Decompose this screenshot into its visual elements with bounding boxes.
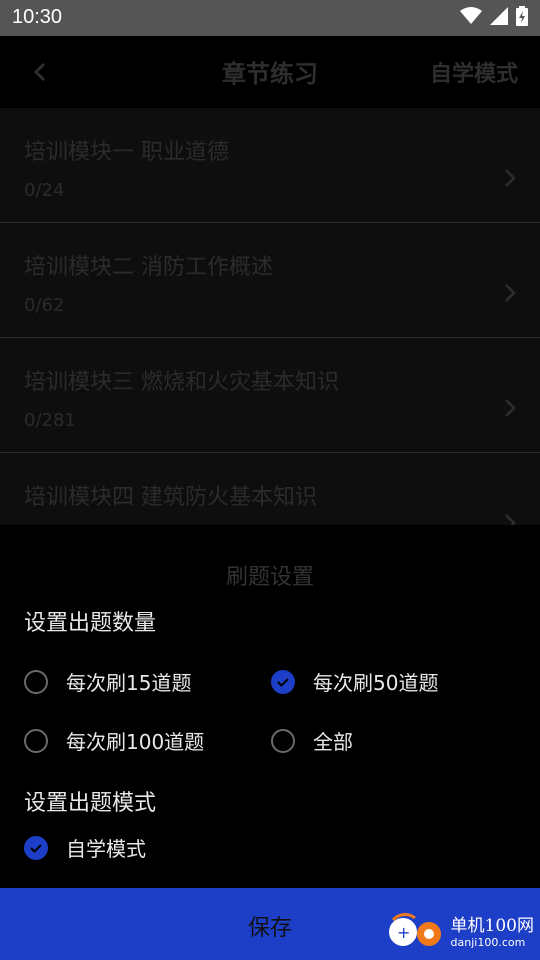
save-button[interactable]: 保存 + 单机100网 danji100.com	[0, 888, 540, 960]
signal-icon	[490, 7, 508, 25]
question-count-label: 设置出题数量	[24, 611, 157, 636]
watermark-name: 单机100网	[450, 915, 534, 936]
chapter-progress: 0/281	[24, 410, 76, 431]
chevron-right-icon	[502, 511, 518, 525]
svg-text:+: +	[397, 923, 410, 942]
wifi-icon	[460, 7, 482, 25]
list-item[interactable]: 培训模块一 职业道德 0/24	[0, 108, 540, 223]
watermark-logo-icon: +	[385, 908, 445, 956]
watermark-domain: danji100.com	[450, 935, 526, 949]
option-all-questions[interactable]: 全部	[271, 726, 353, 755]
chevron-right-icon	[502, 281, 518, 309]
chapter-progress: 0/62	[24, 295, 65, 316]
option-100-questions[interactable]: 每次刷100道题	[24, 726, 204, 755]
radio-unchecked-icon	[24, 728, 48, 753]
status-icons	[460, 6, 528, 26]
option-self-study-mode[interactable]: 自学模式	[24, 833, 146, 862]
question-mode-label: 设置出题模式	[24, 791, 157, 816]
practice-settings-sheet: 刷题设置 设置出题数量 每次刷15道题 每次刷50道题 每次刷100道题 全部 …	[0, 525, 540, 888]
chapter-title: 培训模块一 职业道德	[24, 140, 229, 165]
chapter-progress: 0/24	[24, 180, 65, 201]
status-time: 10:30	[12, 6, 63, 28]
battery-icon	[516, 6, 528, 26]
status-bar: 10:30	[0, 0, 540, 36]
sheet-title: 刷题设置	[225, 565, 314, 590]
chapter-list: 培训模块一 职业道德 0/24 培训模块二 消防工作概述 0/62 培训模块三 …	[0, 108, 540, 525]
watermark: + 单机100网 danji100.com	[385, 908, 534, 956]
option-50-questions[interactable]: 每次刷50道题	[271, 667, 438, 696]
list-item[interactable]: 培训模块二 消防工作概述 0/62	[0, 223, 540, 338]
chevron-right-icon	[502, 166, 518, 194]
radio-unchecked-icon	[271, 728, 295, 753]
chapter-title: 培训模块三 燃烧和火灾基本知识	[24, 370, 339, 395]
self-study-mode-button[interactable]: 自学模式	[430, 56, 518, 88]
check-circle-icon	[24, 835, 48, 860]
option-label: 全部	[313, 730, 353, 754]
check-circle-icon	[271, 669, 295, 694]
option-15-questions[interactable]: 每次刷15道题	[24, 667, 191, 696]
list-item[interactable]: 培训模块四 建筑防火基本知识	[0, 453, 540, 525]
app-bar: 章节练习 自学模式	[0, 36, 540, 109]
list-item[interactable]: 培训模块三 燃烧和火灾基本知识 0/281	[0, 338, 540, 453]
option-label: 每次刷100道题	[66, 730, 205, 754]
option-label: 自学模式	[66, 837, 146, 861]
radio-unchecked-icon	[24, 669, 48, 694]
option-label: 每次刷50道题	[313, 671, 439, 695]
option-label: 每次刷15道题	[66, 671, 192, 695]
chapter-title: 培训模块四 建筑防火基本知识	[24, 485, 317, 510]
chevron-right-icon	[502, 396, 518, 424]
chapter-title: 培训模块二 消防工作概述	[24, 255, 273, 280]
